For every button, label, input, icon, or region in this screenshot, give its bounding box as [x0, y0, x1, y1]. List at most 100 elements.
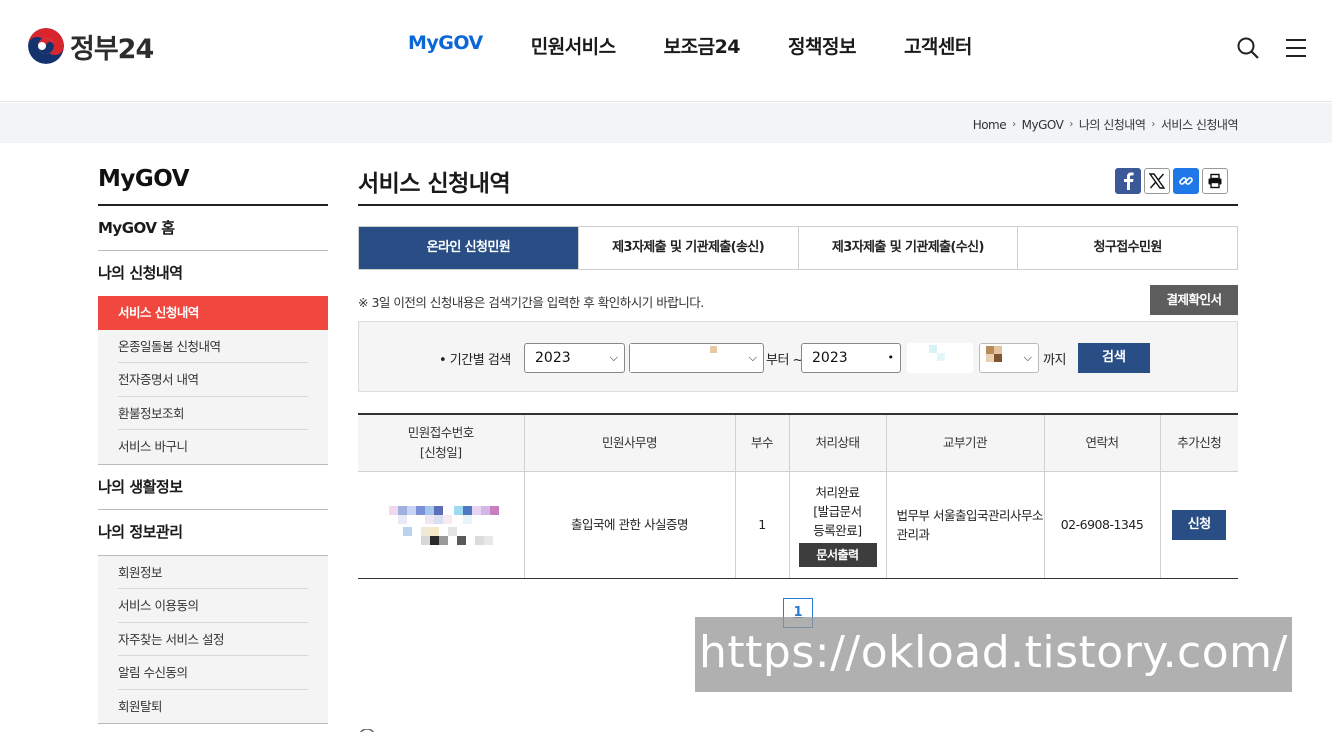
- sidebar-item-service-consent[interactable]: 서비스 이용동의: [118, 589, 308, 623]
- nav-policy-info[interactable]: 정책정보: [788, 32, 856, 59]
- col-agency: 교부기관: [885, 413, 1044, 472]
- menu-icon[interactable]: [1284, 36, 1308, 60]
- col-status: 처리상태: [788, 413, 886, 472]
- search-button[interactable]: 검색: [1078, 343, 1150, 373]
- masked-pixel: [929, 345, 937, 353]
- document-print-button[interactable]: 문서출력: [798, 542, 877, 567]
- breadcrumb-home[interactable]: Home: [973, 118, 1007, 132]
- sidebar-item-favorite-services[interactable]: 자주찾는 서비스 설정: [118, 623, 308, 656]
- from-year-value: 2023: [535, 350, 571, 366]
- site-header: 정부24 MyGOV 민원서비스 보조금24 정책정보 고객센터: [0, 0, 1332, 102]
- sidebar-item-withdraw[interactable]: 회원탈퇴: [118, 690, 308, 724]
- cell-additional-apply: 신청: [1159, 471, 1238, 579]
- nav-civil-service[interactable]: 민원서비스: [531, 32, 616, 59]
- period-search-box: • 기간별 검색 2023 ⌵ ⌵ 부터 ~ 2023 • ⌵ 까지 검색: [358, 321, 1238, 392]
- sidebar-item-member-info[interactable]: 회원정보: [118, 556, 308, 589]
- col-receipt-number-label: 민원접수번호: [407, 424, 475, 440]
- from-year-select[interactable]: 2023 ⌵: [524, 343, 625, 373]
- bottom-partial-content: [358, 726, 380, 732]
- sidebar-item-refund-info[interactable]: 환불정보조회: [118, 397, 308, 430]
- cell-copies: 1: [734, 471, 789, 579]
- nav-customer-center[interactable]: 고객센터: [904, 32, 972, 59]
- masked-receipt-number: [381, 505, 501, 545]
- chevron-right-icon: ›: [1069, 119, 1073, 130]
- chevron-down-icon: ⌵: [609, 351, 618, 364]
- logo[interactable]: 정부24: [28, 28, 154, 65]
- masked-value: [630, 344, 718, 372]
- breadcrumb-my-applications[interactable]: 나의 신청내역: [1079, 116, 1146, 133]
- apply-button[interactable]: 신청: [1172, 509, 1227, 540]
- to-year-value: 2023: [812, 350, 848, 366]
- sidebar-item-allday-care[interactable]: 온종일돌봄 신청내역: [118, 330, 308, 363]
- tab-third-party-sent[interactable]: 제3자제출 및 기관제출(송신): [579, 227, 799, 269]
- col-contact: 연락처: [1043, 413, 1160, 472]
- cell-service-name: 출입국에 관한 사실증명: [523, 471, 735, 579]
- masked-pixel: [986, 346, 994, 354]
- sidebar-submenu-applications: 서비스 신청내역 온종일돌봄 신청내역 전자증명서 내역 환불정보조회 서비스 …: [98, 296, 328, 465]
- from-text: 부터 ~: [766, 353, 803, 368]
- nav-subsidy24[interactable]: 보조금24: [664, 32, 741, 59]
- status-line3: 등록완료]: [813, 522, 862, 538]
- to-year-select[interactable]: 2023 •: [801, 343, 901, 373]
- tab-bar: 온라인 신청민원 제3자제출 및 기관제출(송신) 제3자제출 및 기관제출(수…: [358, 226, 1238, 270]
- taegeuk-logo-icon: [28, 28, 64, 64]
- share-tools: [1112, 168, 1228, 194]
- main-content: 서비스 신청내역 온라인 신청민원 제3자제출 및 기관제출(송신) 제3자제출…: [358, 160, 1238, 628]
- nav-mygov[interactable]: MyGOV: [408, 32, 483, 59]
- notice-text: ※ 3일 이전의 신청내용은 검색기간을 입력한 후 확인하시기 바랍니다.: [358, 295, 704, 310]
- x-twitter-icon[interactable]: [1144, 168, 1170, 194]
- to-text: 까지: [1043, 353, 1066, 368]
- status-line1: 처리완료: [815, 484, 860, 500]
- sidebar-item-mygov-home[interactable]: MyGOV 홈: [98, 206, 328, 251]
- from-month-select[interactable]: ⌵: [629, 343, 764, 373]
- sidebar-item-info-management[interactable]: 나의 정보관리: [98, 510, 328, 555]
- to-day-select[interactable]: ⌵: [979, 343, 1039, 373]
- link-icon[interactable]: [1173, 168, 1199, 194]
- col-copies: 부수: [734, 413, 789, 472]
- masked-pixel: [994, 354, 1002, 362]
- print-icon[interactable]: [1202, 168, 1228, 194]
- breadcrumb-current: 서비스 신청내역: [1160, 118, 1239, 132]
- sidebar-item-service-applications[interactable]: 서비스 신청내역: [98, 296, 328, 330]
- sidebar-submenu-info: 회원정보 서비스 이용동의 자주찾는 서비스 설정 알림 수신동의 회원탈퇴: [98, 554, 328, 724]
- col-receipt-number: 민원접수번호 [신청일]: [358, 413, 524, 472]
- breadcrumb-bar: Home › MyGOV › 나의 신청내역 › 서비스 신청내역: [0, 103, 1332, 143]
- tab-online-applications[interactable]: 온라인 신청민원: [359, 227, 579, 269]
- sidebar-title: MyGOV: [98, 164, 328, 206]
- facebook-icon[interactable]: [1115, 168, 1141, 194]
- masked-pixel: [994, 346, 1002, 354]
- cell-status: 처리완료 [발급문서 등록완료] 문서출력: [788, 471, 886, 579]
- cell-contact: 02-6908-1345: [1043, 471, 1160, 579]
- chevron-right-icon: ›: [1012, 119, 1016, 130]
- tab-third-party-received[interactable]: 제3자제출 및 기관제출(수신): [799, 227, 1019, 269]
- chevron-down-icon: ⌵: [1023, 351, 1032, 364]
- sidebar-item-notification-consent[interactable]: 알림 수신동의: [118, 656, 308, 690]
- col-service-name: 민원사무명: [523, 413, 735, 472]
- breadcrumb: Home › MyGOV › 나의 신청내역 › 서비스 신청내역: [973, 116, 1239, 133]
- to-month-select[interactable]: [907, 343, 973, 373]
- table-row: 출입국에 관한 사실증명 1 처리완료 [발급문서 등록완료] 문서출력 법무부…: [358, 471, 1238, 579]
- sidebar-item-e-certificates[interactable]: 전자증명서 내역: [118, 363, 308, 397]
- logo-text: 정부24: [70, 33, 154, 65]
- watermark-overlay: https://okload.tistory.com/: [695, 617, 1292, 692]
- status-line2: [발급문서: [813, 503, 862, 519]
- sidebar: MyGOV MyGOV 홈 나의 신청내역 서비스 신청내역 온종일돌봄 신청내…: [98, 164, 328, 724]
- payment-receipt-button[interactable]: 결제확인서: [1150, 285, 1238, 315]
- cell-receipt-number-masked: [358, 471, 524, 579]
- chevron-down-icon: ⌵: [748, 351, 757, 364]
- applications-table: 민원접수번호 [신청일] 민원사무명 부수 처리상태 교부기관 연락처 추가신청: [358, 413, 1238, 579]
- tab-claim-applications[interactable]: 청구접수민원: [1018, 227, 1237, 269]
- main-nav: MyGOV 민원서비스 보조금24 정책정보 고객센터: [384, 32, 996, 59]
- col-additional-apply: 추가신청: [1159, 413, 1238, 472]
- sidebar-item-life-info[interactable]: 나의 생활정보: [98, 465, 328, 510]
- chevron-down-icon: •: [887, 351, 895, 364]
- sidebar-item-my-applications[interactable]: 나의 신청내역: [98, 251, 328, 296]
- col-apply-date-label: [신청일]: [419, 444, 462, 460]
- search-icon[interactable]: [1236, 36, 1260, 60]
- masked-pixel: [986, 354, 994, 362]
- period-search-label: • 기간별 검색: [439, 353, 511, 368]
- masked-pixel: [937, 353, 945, 361]
- breadcrumb-mygov[interactable]: MyGOV: [1022, 118, 1064, 132]
- chevron-right-icon: ›: [1151, 119, 1155, 130]
- sidebar-item-service-basket[interactable]: 서비스 바구니: [118, 430, 308, 464]
